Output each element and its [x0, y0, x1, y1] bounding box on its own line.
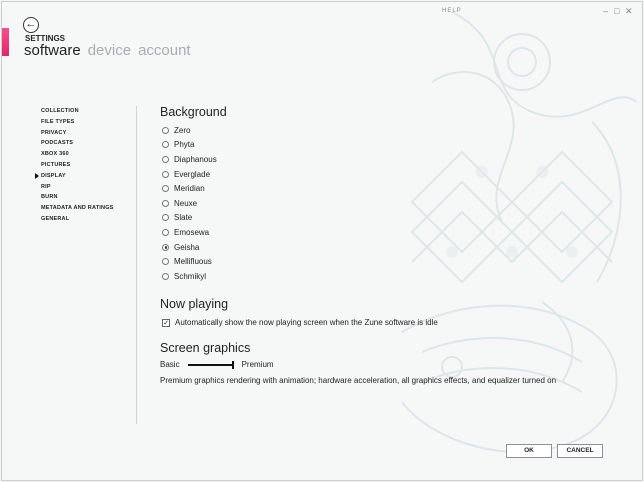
background-option[interactable]: Zero: [162, 123, 217, 138]
back-arrow-icon[interactable]: ←: [23, 17, 39, 33]
background-artwork: [401, 11, 638, 453]
graphics-description: Premium graphics rendering with animatio…: [160, 376, 557, 385]
radio-button[interactable]: [162, 272, 169, 280]
settings-window: ← HELP – □ ✕ SETTINGS software device acco…: [1, 1, 643, 481]
radio-button[interactable]: [162, 214, 169, 222]
tab-software[interactable]: software: [24, 42, 81, 59]
now-playing-option[interactable]: ✓ Automatically show the now playing scr…: [162, 318, 438, 327]
background-option[interactable]: Phyta: [162, 138, 217, 153]
radio-button[interactable]: [162, 228, 169, 236]
selected-arrow-icon: [35, 172, 39, 179]
sidebar-item-podcasts[interactable]: PODCASTS: [41, 138, 114, 149]
background-option[interactable]: Meridian: [162, 181, 217, 196]
sidebar-item-rip[interactable]: RIP: [41, 182, 114, 193]
background-option[interactable]: Diaphanous: [162, 152, 217, 167]
option-label: Mellifluous: [174, 257, 212, 267]
option-label: Schmikyl: [174, 271, 207, 281]
option-label: Slate: [174, 213, 193, 223]
slider-track: [187, 363, 234, 366]
background-option[interactable]: Slate: [162, 211, 217, 226]
sidebar-item-privacy[interactable]: PRIVACY: [41, 128, 114, 139]
background-option[interactable]: Schmikyl: [162, 269, 217, 284]
background-option[interactable]: Emosewa: [162, 225, 217, 240]
tab-device[interactable]: device: [88, 42, 131, 59]
checkbox-label: Automatically show the now playing scree…: [175, 318, 438, 327]
radio-button[interactable]: [162, 170, 169, 178]
slider-thumb[interactable]: [231, 360, 234, 369]
accent-bar: [2, 28, 9, 56]
sidebar-item-metadata-and-ratings[interactable]: METADATA AND RATINGS: [41, 203, 114, 214]
background-option[interactable]: Neuxe: [162, 196, 217, 211]
sidebar-item-file-types[interactable]: FILE TYPES: [41, 117, 114, 128]
minimize-icon[interactable]: –: [603, 6, 608, 16]
sidebar-item-collection[interactable]: COLLECTION: [41, 106, 114, 117]
screen-graphics-heading: Screen graphics: [160, 341, 251, 355]
radio-button[interactable]: [162, 141, 169, 149]
sidebar-item-xbox-360[interactable]: XBOX 360: [41, 149, 114, 160]
radio-button[interactable]: [162, 243, 169, 251]
slider-max-label: Premium: [241, 360, 274, 369]
radio-button[interactable]: [162, 126, 169, 134]
option-label: Diaphanous: [174, 154, 217, 164]
ok-button[interactable]: OK: [506, 444, 552, 458]
option-label: Phyta: [174, 140, 195, 150]
option-label: Emosewa: [174, 227, 210, 237]
help-link[interactable]: HELP: [442, 8, 462, 14]
option-label: Neuxe: [174, 198, 198, 208]
cancel-button[interactable]: CANCEL: [557, 444, 603, 458]
now-playing-checkbox[interactable]: ✓: [162, 318, 170, 327]
close-icon[interactable]: ✕: [625, 6, 633, 17]
radio-button[interactable]: [162, 185, 169, 193]
radio-button[interactable]: [162, 258, 169, 266]
sidebar-item-label: DISPLAY: [41, 172, 66, 179]
background-radio-group: Zero Phyta Diaphanous Everglade Meridian…: [162, 123, 217, 284]
background-option[interactable]: Mellifluous: [162, 254, 217, 269]
settings-sidebar: COLLECTION FILE TYPES PRIVACY PODCASTS X…: [35, 106, 114, 225]
tab-account[interactable]: account: [138, 42, 191, 59]
sidebar-item-display[interactable]: DISPLAY: [35, 171, 114, 182]
option-label: Zero: [174, 125, 191, 135]
option-label: Meridian: [174, 184, 205, 194]
radio-button[interactable]: [162, 199, 169, 207]
maximize-icon[interactable]: □: [614, 6, 619, 16]
sidebar-item-burn[interactable]: BURN: [41, 192, 114, 203]
background-heading: Background: [160, 105, 227, 119]
graphics-quality-slider[interactable]: [187, 360, 234, 369]
sidebar-item-pictures[interactable]: PICTURES: [41, 160, 114, 171]
option-label: Everglade: [174, 169, 211, 179]
slider-min-label: Basic: [160, 360, 180, 369]
option-label: Geisha: [174, 242, 200, 252]
sidebar-divider: [136, 106, 137, 424]
background-option[interactable]: Everglade: [162, 167, 217, 182]
pivot-tabs: software device account: [24, 42, 198, 59]
now-playing-heading: Now playing: [160, 297, 229, 311]
sidebar-item-general[interactable]: GENERAL: [41, 214, 114, 225]
graphics-slider-row: Basic Premium: [160, 360, 274, 369]
background-option[interactable]: Geisha: [162, 240, 217, 255]
radio-button[interactable]: [162, 155, 169, 163]
